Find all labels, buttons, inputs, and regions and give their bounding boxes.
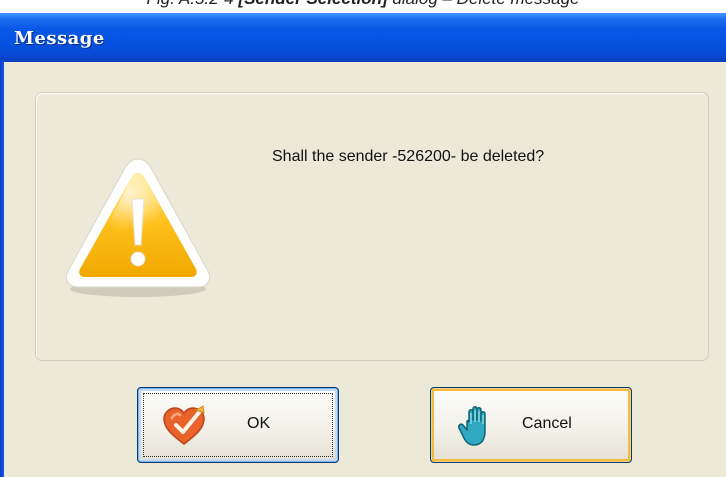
ok-button-label: OK bbox=[247, 415, 271, 432]
window-frame-left bbox=[0, 61, 4, 477]
title-bar[interactable]: Message bbox=[0, 13, 726, 62]
window-title: Message bbox=[14, 28, 105, 49]
caption-prefix: Fig. A.5.2-4 bbox=[146, 0, 238, 8]
caption-emphasis: [Sender Selection] bbox=[238, 0, 387, 8]
cancel-button-label: Cancel bbox=[522, 415, 572, 432]
message-panel: Shall the sender -526200- be deleted? bbox=[35, 92, 709, 361]
message-text: Shall the sender -526200- be deleted? bbox=[272, 148, 545, 165]
caption-suffix: dialog – Delete message bbox=[388, 0, 579, 8]
figure-caption: Fig. A.5.2-4 [Sender Selection] dialog –… bbox=[0, 0, 726, 11]
ok-button[interactable]: OK bbox=[137, 387, 339, 463]
cancel-button[interactable]: Cancel bbox=[430, 387, 632, 463]
warning-icon bbox=[65, 158, 211, 297]
message-dialog: Message Shall the sender -526200- be del… bbox=[0, 13, 726, 477]
stop-hand-icon bbox=[458, 406, 486, 446]
checkmark-heart-icon bbox=[163, 405, 205, 445]
